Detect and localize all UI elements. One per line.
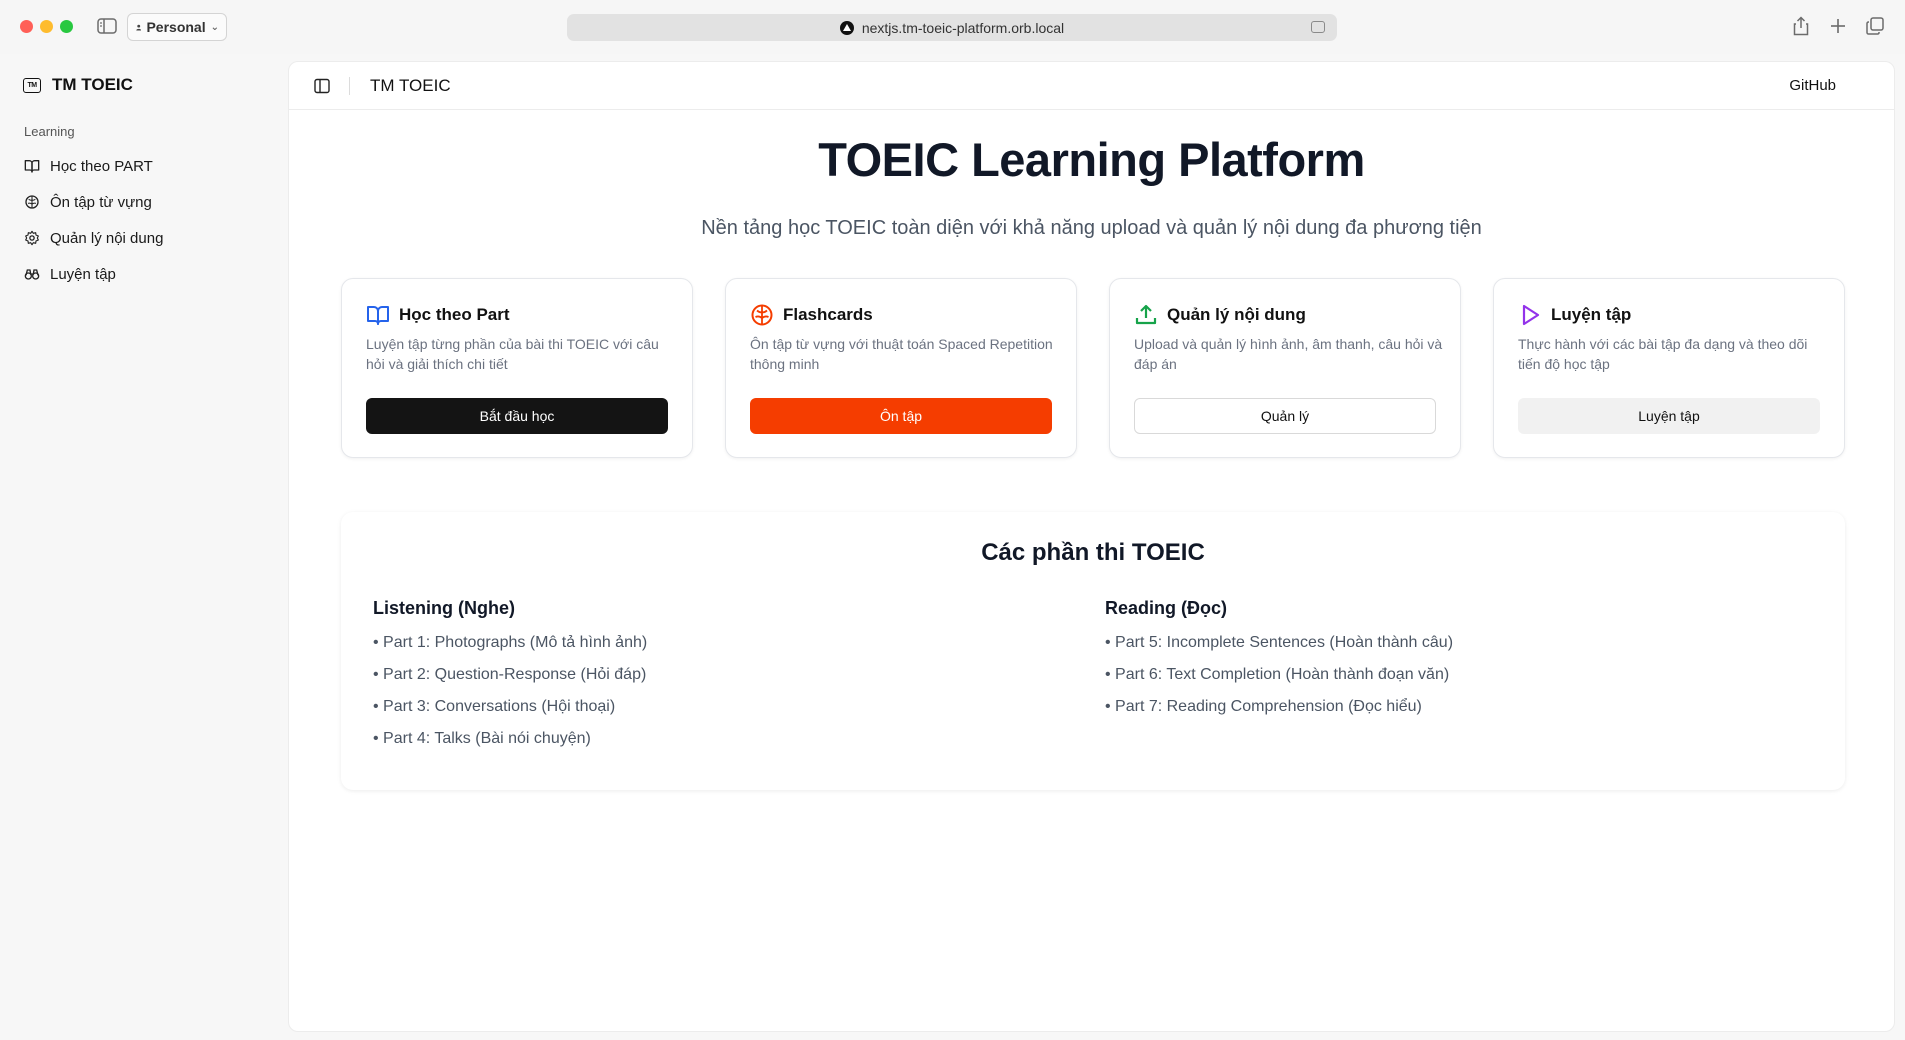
toeic-parts-section: Các phần thi TOEIC Listening (Nghe) • Pa…: [341, 512, 1845, 790]
card-header: Flashcards: [750, 303, 873, 327]
card-title: Flashcards: [783, 305, 873, 324]
browser-titlebar: Personal ⌄ nextjs.tm-toeic-platform.orb.…: [0, 0, 1905, 54]
listening-list: • Part 1: Photographs (Mô tả hình ảnh) •…: [373, 633, 1073, 761]
sidebar-item-on-tap-tu-vung[interactable]: Ôn tập từ vựng: [24, 187, 274, 217]
tab-overview-icon[interactable]: [1866, 17, 1884, 35]
profile-label: Personal: [146, 19, 206, 35]
header-divider: [349, 77, 350, 95]
list-item: • Part 3: Conversations (Hội thoại): [373, 698, 616, 715]
manage-button[interactable]: Quản lý: [1134, 398, 1436, 434]
sidebar-item-label: Ôn tập từ vựng: [50, 193, 152, 211]
card-description: Ôn tập từ vựng với thuật toán Spaced Rep…: [750, 336, 1053, 372]
sidebar-item-label: Quản lý nội dung: [50, 229, 164, 247]
brain-icon: [25, 195, 39, 209]
card-header: Học theo Part: [366, 303, 510, 327]
play-icon: [1522, 304, 1540, 326]
tm-logo-icon: TM: [23, 77, 41, 93]
page-title: TOEIC Learning Platform: [818, 133, 1365, 186]
card-description: Upload và quản lý hình ảnh, âm thanh, câ…: [1134, 336, 1443, 372]
card-title: Học theo Part: [399, 305, 510, 324]
list-item: • Part 5: Incomplete Sentences (Hoàn thà…: [1105, 634, 1454, 651]
sidebar-item-quan-ly-noi-dung[interactable]: Quản lý nội dung: [24, 223, 274, 253]
list-item: • Part 2: Question-Response (Hỏi đáp): [373, 666, 647, 683]
card-title: Luyện tập: [1551, 305, 1632, 324]
profile-selector[interactable]: Personal ⌄: [127, 13, 227, 41]
sidebar: TM TM TOEIC Learning Học theo PART Ôn tậ…: [0, 54, 288, 1040]
top-header: TM TOEIC GitHub: [289, 62, 1894, 110]
main-panel: TM TOEIC GitHub TOEIC Learning Platform …: [288, 61, 1895, 1032]
chevron-down-icon: ⌄: [210, 21, 219, 33]
card-description: Thực hành với các bài tập đa dạng và the…: [1518, 336, 1808, 372]
page-subtitle: Nền tảng học TOEIC toàn diện với khả năn…: [701, 217, 1482, 239]
sidebar-toggle-icon[interactable]: [97, 18, 117, 34]
sidebar-item-label: Học theo PART: [50, 157, 153, 175]
feature-card-quan-ly-noi-dung: Quản lý nội dung Upload và quản lý hình …: [1109, 278, 1461, 458]
review-button[interactable]: Ôn tập: [750, 398, 1052, 434]
feature-card-flashcards: Flashcards Ôn tập từ vựng với thuật toán…: [725, 278, 1077, 458]
header-title: TM TOEIC: [370, 76, 451, 95]
feature-card-hoc-theo-part: Học theo Part Luyện tập từng phần của bà…: [341, 278, 693, 458]
card-header: Luyện tập: [1518, 303, 1631, 327]
upload-icon: [1135, 304, 1157, 325]
person-icon: [136, 24, 142, 31]
panel-toggle-icon[interactable]: [314, 78, 330, 94]
practice-button[interactable]: Luyện tập: [1518, 398, 1820, 434]
book-open-icon: [367, 306, 389, 325]
listening-title: Listening (Nghe): [373, 598, 515, 618]
github-link[interactable]: GitHub: [1789, 77, 1836, 94]
reading-list: • Part 5: Incomplete Sentences (Hoàn thà…: [1105, 633, 1805, 729]
binoculars-icon: [24, 269, 40, 280]
card-description: Luyện tập từng phần của bài thi TOEIC vớ…: [366, 336, 659, 372]
sidebar-item-hoc-theo-part[interactable]: Học theo PART: [24, 151, 274, 181]
brand[interactable]: TM TM TOEIC: [23, 75, 133, 95]
new-tab-icon[interactable]: [1829, 17, 1847, 35]
site-favicon-icon: [839, 20, 854, 35]
list-item: • Part 1: Photographs (Mô tả hình ảnh): [373, 634, 648, 651]
gear-icon: [25, 230, 39, 246]
close-window-button[interactable]: [20, 20, 33, 33]
sidebar-item-label: Luyện tập: [50, 265, 116, 283]
card-title: Quản lý nội dung: [1167, 305, 1306, 324]
brain-icon: [751, 304, 773, 326]
listening-column: Listening (Nghe) • Part 1: Photographs (…: [373, 598, 1073, 761]
reader-mode-icon[interactable]: [1311, 21, 1325, 33]
card-header: Quản lý nội dung: [1134, 303, 1306, 327]
sidebar-group-label: Learning: [24, 124, 75, 139]
address-bar[interactable]: nextjs.tm-toeic-platform.orb.local: [567, 14, 1337, 41]
feature-card-luyen-tap: Luyện tập Thực hành với các bài tập đa d…: [1493, 278, 1845, 458]
list-item: • Part 7: Reading Comprehension (Đọc hiể…: [1105, 698, 1422, 715]
reading-column: Reading (Đọc) • Part 5: Incomplete Sente…: [1105, 598, 1805, 729]
list-item: • Part 4: Talks (Bài nói chuyện): [373, 730, 591, 747]
list-item: • Part 6: Text Completion (Hoàn thành đo…: [1105, 666, 1450, 683]
book-open-icon: [24, 160, 40, 173]
zoom-window-button[interactable]: [60, 20, 73, 33]
url-text: nextjs.tm-toeic-platform.orb.local: [861, 19, 1065, 36]
brand-name: TM TOEIC: [52, 75, 133, 94]
share-icon[interactable]: [1792, 15, 1810, 37]
sidebar-item-luyen-tap[interactable]: Luyện tập: [24, 259, 274, 289]
reading-title: Reading (Đọc): [1105, 598, 1228, 618]
start-learning-button[interactable]: Bắt đầu học: [366, 398, 668, 434]
minimize-window-button[interactable]: [40, 20, 53, 33]
section-title: Các phần thi TOEIC: [981, 539, 1205, 566]
